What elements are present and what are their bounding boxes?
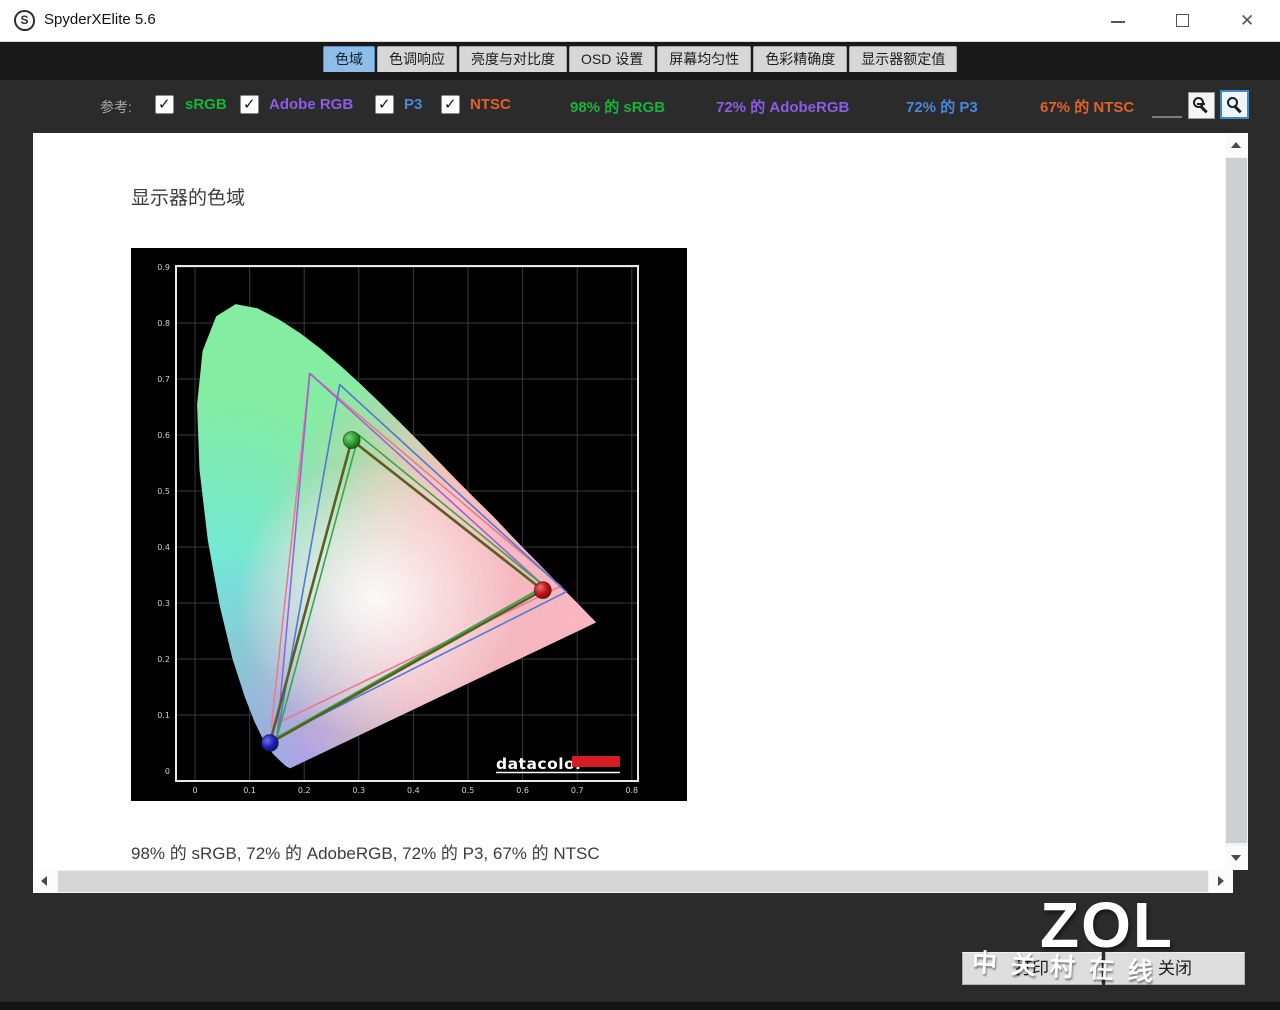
minimize-icon (1111, 21, 1125, 23)
label-srgb: sRGB (185, 96, 227, 113)
tabstrip: 色域 色调响应 亮度与对比度 OSD 设置 屏幕均匀性 色彩精确度 显示器额定值 (0, 42, 1280, 80)
tab-brightness-contrast[interactable]: 亮度与对比度 (459, 46, 567, 72)
svg-text:0.3: 0.3 (352, 786, 365, 795)
content-area: 显示器的色域 (33, 133, 1225, 870)
label-p3: P3 (404, 96, 422, 113)
horizontal-scroll-thumb[interactable] (58, 871, 1208, 892)
minimize-button[interactable] (1095, 0, 1141, 42)
svg-text:0.7: 0.7 (571, 786, 584, 795)
svg-text:0.6: 0.6 (516, 786, 529, 795)
svg-text:0.4: 0.4 (407, 786, 420, 795)
app-icon: S (14, 10, 35, 31)
scroll-left-button[interactable] (33, 870, 57, 893)
vertical-scrollbar[interactable] (1225, 133, 1248, 870)
close-button[interactable]: ✕ (1226, 0, 1272, 42)
svg-text:0.6: 0.6 (157, 431, 170, 440)
maximize-icon (1176, 14, 1189, 27)
zoom-in-button[interactable] (1220, 90, 1249, 119)
spectral-locus (131, 248, 687, 801)
svg-text:0.3: 0.3 (157, 599, 170, 608)
gamut-summary: 98% 的 sRGB, 72% 的 AdobeRGB, 72% 的 P3, 67… (131, 839, 600, 864)
svg-text:0.5: 0.5 (157, 487, 170, 496)
result-p3: 72% 的 P3 (906, 96, 978, 117)
zol-watermark: ZOL 中关村在线 (940, 888, 1270, 1008)
result-adobergb: 72% 的 AdobeRGB (716, 96, 849, 117)
result-srgb: 98% 的 sRGB (570, 96, 665, 117)
arrow-left-icon (41, 876, 47, 886)
magnifier-minus-icon (1193, 97, 1204, 108)
horizontal-scrollbar[interactable] (33, 870, 1233, 893)
tab-gamut[interactable]: 色域 (323, 46, 375, 72)
svg-text:0.9: 0.9 (157, 263, 170, 272)
tab-monitor-rating[interactable]: 显示器额定值 (849, 46, 957, 72)
zoom-separator (1152, 116, 1182, 118)
svg-text:0.2: 0.2 (157, 655, 170, 664)
tab-color-accuracy[interactable]: 色彩精确度 (753, 46, 847, 72)
scroll-down-button[interactable] (1225, 846, 1248, 870)
svg-text:0.5: 0.5 (462, 786, 475, 795)
scroll-up-button[interactable] (1225, 133, 1248, 157)
primary-dot-green (343, 432, 360, 449)
checkbox-p3[interactable] (375, 95, 394, 114)
scroll-right-button[interactable] (1209, 870, 1233, 893)
svg-text:0.7: 0.7 (157, 375, 170, 384)
maximize-button[interactable] (1160, 0, 1206, 42)
close-dialog-button[interactable]: 关闭 (1105, 952, 1245, 985)
checkbox-adobergb[interactable] (240, 95, 259, 114)
spyderx-window: S SpyderXElite 5.6 ✕ 色域 色调响应 亮度与对比度 OSD … (0, 0, 1280, 1010)
window-title: SpyderXElite 5.6 (44, 11, 156, 28)
result-ntsc: 67% 的 NTSC (1040, 96, 1134, 117)
cie-svg: 0 0.1 0.2 0.3 0.4 0.5 0.6 0.7 0.8 0 0.1 0.2 0.3 0.4 0.… (131, 248, 687, 801)
zoom-out-button[interactable] (1188, 92, 1215, 119)
page-title: 显示器的色域 (131, 183, 245, 210)
svg-text:0.8: 0.8 (157, 319, 170, 328)
cie-chromaticity-chart: 0 0.1 0.2 0.3 0.4 0.5 0.6 0.7 0.8 0 0.1 0.2 0.3 0.4 0.… (131, 248, 687, 801)
print-button[interactable]: 打印 (962, 952, 1102, 985)
reference-label: 参考: (100, 97, 132, 117)
svg-text:0: 0 (165, 767, 170, 776)
svg-text:0.1: 0.1 (243, 786, 256, 795)
reference-bar: 参考: sRGB Adobe RGB P3 NTSC 98% 的 sRGB 72… (0, 80, 1280, 133)
arrow-down-icon (1231, 855, 1241, 861)
arrow-up-icon (1231, 142, 1241, 148)
svg-text:0: 0 (192, 786, 197, 795)
tab-osd-settings[interactable]: OSD 设置 (569, 46, 655, 72)
svg-text:0.4: 0.4 (157, 543, 170, 552)
magnifier-icon (1227, 97, 1238, 108)
arrow-right-icon (1218, 876, 1224, 886)
checkbox-ntsc[interactable] (441, 95, 460, 114)
primary-dot-blue (261, 735, 278, 752)
vertical-scroll-thumb[interactable] (1226, 158, 1247, 843)
datacolor-logo: datacolor (496, 755, 620, 773)
svg-text:0.2: 0.2 (298, 786, 311, 795)
zol-logo-text: ZOL (1040, 888, 1174, 962)
checkbox-srgb[interactable] (155, 95, 174, 114)
workspace: 显示器的色域 (0, 133, 1280, 1010)
tab-screen-uniformity[interactable]: 屏幕均匀性 (657, 46, 751, 72)
close-icon: ✕ (1240, 11, 1254, 31)
tab-tone-response[interactable]: 色调响应 (377, 46, 457, 72)
svg-text:0.8: 0.8 (625, 786, 638, 795)
svg-text:0.1: 0.1 (157, 711, 170, 720)
bottom-strip (0, 1002, 1280, 1010)
tabs: 色域 色调响应 亮度与对比度 OSD 设置 屏幕均匀性 色彩精确度 显示器额定值 (323, 46, 957, 72)
svg-text:datacolor: datacolor (496, 755, 583, 773)
label-ntsc: NTSC (470, 96, 511, 113)
primary-dot-red (534, 582, 551, 599)
label-adobergb: Adobe RGB (269, 96, 353, 113)
titlebar: S SpyderXElite 5.6 ✕ (0, 0, 1280, 42)
